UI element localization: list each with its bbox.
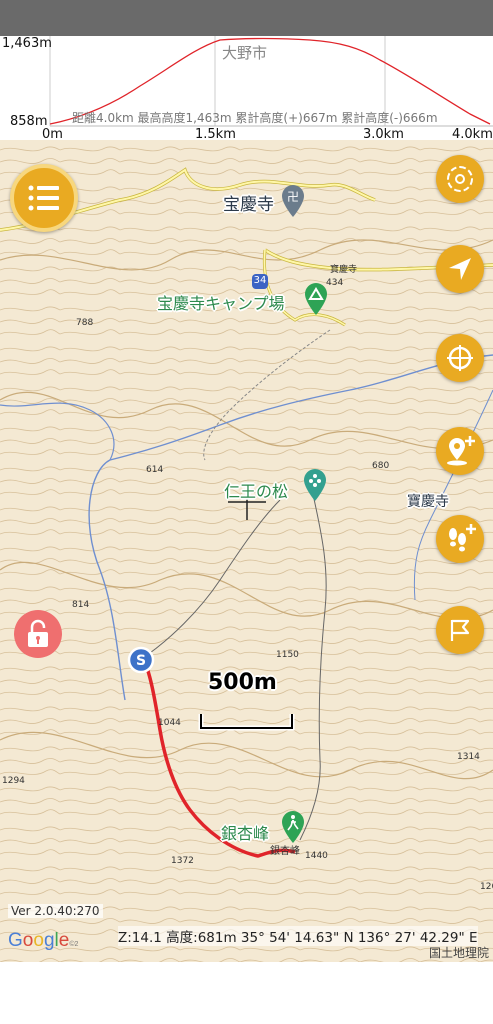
- crosshair-button[interactable]: [436, 334, 484, 382]
- google-logo-letter: o: [33, 930, 44, 951]
- flag-button[interactable]: [436, 606, 484, 654]
- navigation-arrow-icon: [449, 258, 471, 280]
- start-marker-icon[interactable]: S: [127, 646, 155, 678]
- menu-button[interactable]: [10, 164, 78, 232]
- lock-button[interactable]: [14, 610, 62, 658]
- elevation-label: 1150: [276, 650, 299, 660]
- label-peak: 銀杏峰: [221, 824, 270, 843]
- elevation-label: 1314: [457, 752, 480, 762]
- google-logo-letter: G: [8, 930, 23, 951]
- elevation-label: 814: [72, 600, 90, 610]
- location-button[interactable]: [436, 245, 484, 293]
- hamburger-menu-icon: [28, 185, 59, 211]
- map-footer: Ver 2.0.40:270 Google©2 Z:14.1 高度:681m 3…: [0, 898, 493, 962]
- profile-city-name: 大野市: [222, 44, 268, 62]
- temple-pin-icon[interactable]: 卍: [280, 184, 306, 222]
- google-logo-letter: g: [43, 930, 55, 951]
- version-label: Ver 2.0.40:270: [8, 904, 103, 918]
- unlock-icon: [28, 619, 48, 647]
- elevation-label: 680: [372, 461, 390, 471]
- elevation-profile[interactable]: 1,463m 858m 大野市 距離4.0km 最高高度1,463m 累計高度(…: [0, 36, 493, 142]
- topo-map[interactable]: 宝慶寺 宝慶寺キャンプ場 仁王の松 寶慶寺 銀杏峰 寶慶寺 銀杏峰 788 43…: [0, 140, 493, 962]
- map-credit: 国土地理院: [428, 946, 489, 960]
- label-temple: 宝慶寺: [223, 195, 274, 215]
- add-track-button[interactable]: [436, 515, 484, 563]
- route-shield-icon: 34: [251, 273, 269, 295]
- elevation-label: 1263: [480, 882, 493, 892]
- label-temple2: 寶慶寺: [407, 494, 449, 510]
- flag-icon: [450, 619, 470, 641]
- elevation-label: 1294: [2, 776, 25, 786]
- google-logo-letter: o: [22, 930, 34, 951]
- add-pin-button[interactable]: [436, 427, 484, 475]
- crosshair-target-icon: [447, 345, 473, 371]
- app-root: 1,463m 858m 大野市 距離4.0km 最高高度1,463m 累計高度(…: [0, 0, 493, 1024]
- label-road: 寶慶寺: [330, 265, 358, 275]
- label-pine: 仁王の松: [224, 482, 289, 501]
- svg-text:卍: 卍: [287, 190, 299, 204]
- elevation-label: 1372: [171, 856, 194, 866]
- route-shield-number: 34: [253, 275, 267, 286]
- layers-button[interactable]: [436, 155, 484, 203]
- hiker-pin-icon[interactable]: [280, 810, 306, 848]
- campground-pin-icon[interactable]: [303, 282, 329, 320]
- elevation-label: 614: [146, 465, 164, 475]
- google-sup: ©2: [69, 941, 79, 948]
- elevation-label: 788: [76, 318, 94, 328]
- scale-label: 500m: [208, 670, 277, 695]
- google-logo: Google©2: [8, 930, 78, 952]
- svg-text:S: S: [136, 653, 146, 669]
- status-bar: [0, 0, 493, 36]
- profile-stats: 距離4.0km 最高高度1,463m 累計高度(+)667m 累計高度(-)66…: [72, 111, 438, 125]
- coordinates-readout: Z:14.1 高度:681m 35° 54' 14.63" N 136° 27'…: [118, 926, 478, 946]
- footprints-add-icon: [449, 524, 476, 552]
- profile-max-label: 1,463m: [2, 36, 52, 51]
- elevation-label: 1440: [305, 851, 328, 861]
- swirl-layers-icon: [447, 166, 473, 192]
- elevation-label: 1044: [158, 718, 181, 728]
- google-logo-letter: e: [58, 930, 70, 951]
- add-pin-icon: [447, 436, 475, 466]
- tree-pin-icon[interactable]: [302, 468, 328, 506]
